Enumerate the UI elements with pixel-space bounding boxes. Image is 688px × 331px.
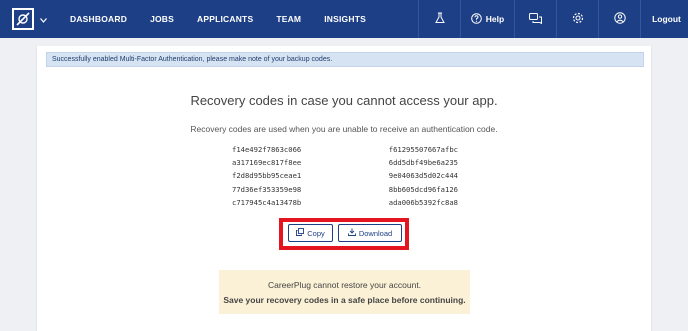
recovery-code: a317169ec817f8ee — [232, 158, 302, 168]
recovery-code: 9e04063d5d02c444 — [388, 171, 458, 181]
help-button[interactable]: Help — [460, 0, 514, 38]
messages-button[interactable] — [514, 0, 556, 38]
warning-emphasis: Save your recovery codes in a safe place… — [223, 295, 466, 305]
page-title: Recovery codes in case you cannot access… — [190, 93, 498, 108]
help-icon — [470, 12, 482, 26]
user-icon — [613, 12, 626, 26]
copy-icon — [296, 228, 307, 238]
nav-dashboard[interactable]: DASHBOARD — [70, 14, 127, 24]
settings-button[interactable] — [556, 0, 598, 38]
codes-column-right: f61295507667afbc 6dd5dbf49be6a235 9e0406… — [389, 143, 458, 209]
labs-button[interactable] — [418, 0, 460, 38]
nav-jobs[interactable]: JOBS — [150, 14, 174, 24]
gear-icon — [572, 12, 584, 26]
nav-applicants[interactable]: APPLICANTS — [197, 14, 253, 24]
download-label: Download — [358, 228, 393, 238]
success-alert: Successfully enabled Multi-Factor Authen… — [46, 52, 644, 67]
recovery-code: 6dd5dbf49be6a235 — [388, 158, 458, 168]
warning-text: CareerPlug cannot restore your account. — [267, 280, 422, 290]
help-label: Help — [485, 14, 505, 24]
chevron-down-icon — [40, 10, 47, 28]
careerplug-logo-icon — [12, 8, 34, 30]
recovery-code: f61295507667afbc — [388, 145, 458, 154]
warning-box: CareerPlug cannot restore your account. … — [219, 270, 470, 314]
codes-column-left: f14e492f7863c066 a317169ec817f8ee f2d8d9… — [232, 143, 301, 209]
brand-menu[interactable] — [0, 0, 56, 38]
nav-utilities: Help Logout — [418, 0, 688, 38]
logout-label: Logout — [652, 14, 681, 24]
recovery-code: 8bb605dcd96fa126 — [388, 184, 458, 194]
chat-icon — [529, 12, 542, 26]
top-navbar: DASHBOARD JOBS APPLICANTS TEAM INSIGHTS … — [0, 0, 688, 38]
logout-button[interactable]: Logout — [640, 0, 688, 38]
copy-label: Copy — [307, 228, 325, 238]
recovery-code: f2d8d95bb95ceae1 — [232, 171, 302, 181]
flask-icon — [434, 12, 446, 26]
recovery-codes-list: f14e492f7863c066 a317169ec817f8ee f2d8d9… — [232, 143, 472, 209]
recovery-code: c717945c4a13478b — [232, 197, 302, 207]
recovery-code: f14e492f7863c066 — [232, 145, 302, 154]
primary-nav: DASHBOARD JOBS APPLICANTS TEAM INSIGHTS — [70, 0, 389, 38]
recovery-code: ada006b5392fc8a8 — [388, 197, 458, 207]
copy-button[interactable]: Copy — [288, 224, 333, 242]
nav-insights[interactable]: INSIGHTS — [324, 14, 366, 24]
nav-team[interactable]: TEAM — [276, 14, 301, 24]
page-description: Recovery codes are used when you are una… — [190, 124, 498, 134]
download-icon — [347, 228, 359, 238]
download-button[interactable]: Download — [338, 224, 402, 242]
profile-button[interactable] — [598, 0, 640, 38]
recovery-code: 77d36ef353359e98 — [232, 184, 302, 194]
